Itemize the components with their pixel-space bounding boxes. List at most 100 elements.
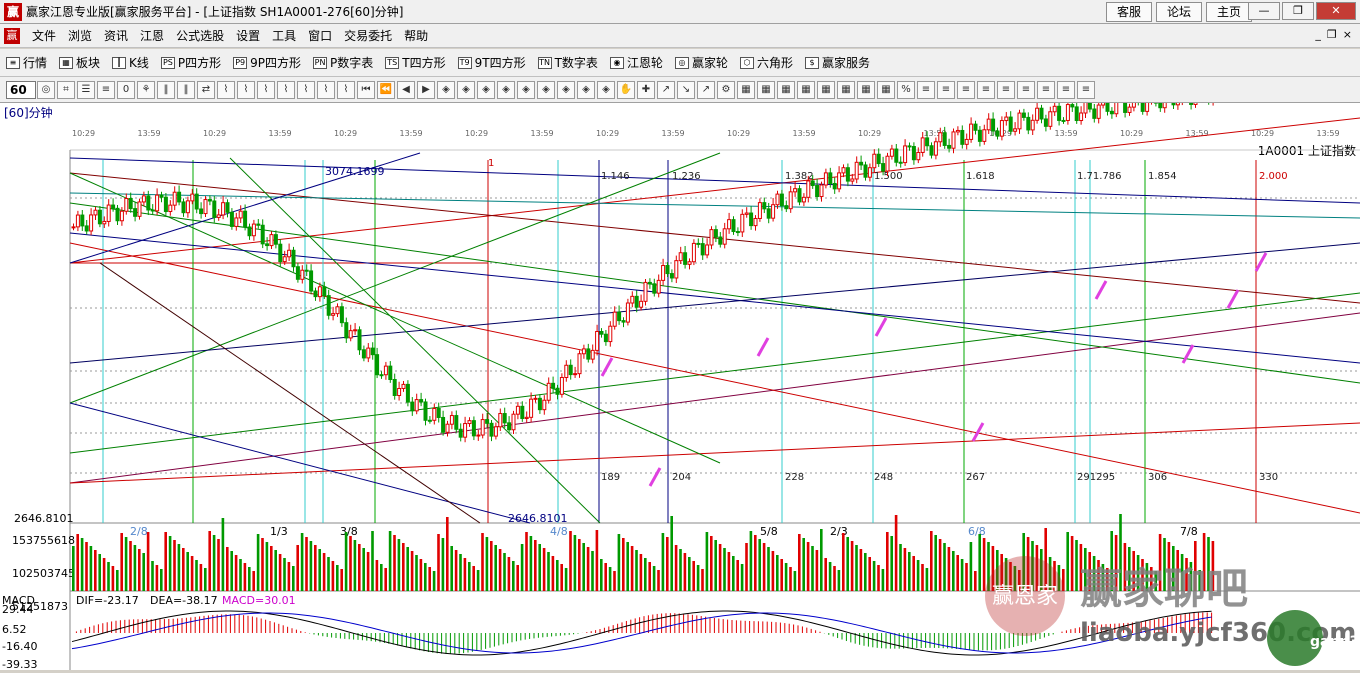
draw-tool-icon-52[interactable]: ≡: [1077, 81, 1095, 99]
draw-tool-icon-42[interactable]: ▦: [877, 81, 895, 99]
draw-tool-icon-44[interactable]: ≡: [917, 81, 935, 99]
draw-tool-icon-25[interactable]: ◈: [537, 81, 555, 99]
volume-bar: [802, 538, 805, 591]
volume-bar: [76, 534, 79, 591]
draw-tool-icon-14[interactable]: ⌇: [317, 81, 335, 99]
draw-tool-icon-5[interactable]: ⚘: [137, 81, 155, 99]
draw-tool-icon-23[interactable]: ◈: [497, 81, 515, 99]
draw-tool-icon-33[interactable]: ↗: [697, 81, 715, 99]
menu-item-6[interactable]: 工具: [266, 27, 302, 44]
draw-tool-icon-20[interactable]: ◈: [437, 81, 455, 99]
minimize-icon[interactable]: —: [1248, 2, 1280, 20]
draw-tool-icon-10[interactable]: ⌇: [237, 81, 255, 99]
draw-tool-icon-32[interactable]: ↘: [677, 81, 695, 99]
toolbar-item-0[interactable]: ≡行情: [0, 54, 53, 71]
draw-tool-icon-51[interactable]: ≡: [1057, 81, 1075, 99]
menu-item-7[interactable]: 窗口: [302, 27, 338, 44]
menu-item-9[interactable]: 帮助: [398, 27, 434, 44]
draw-tool-icon-27[interactable]: ◈: [577, 81, 595, 99]
draw-tool-icon-8[interactable]: ⇄: [197, 81, 215, 99]
menu-item-2[interactable]: 资讯: [98, 27, 134, 44]
draw-tool-icon-47[interactable]: ≡: [977, 81, 995, 99]
candle-body: [538, 398, 541, 409]
toolbar-item-5[interactable]: PNP数字表: [307, 54, 379, 71]
draw-tool-icon-31[interactable]: ↗: [657, 81, 675, 99]
draw-tool-icon-37[interactable]: ▦: [777, 81, 795, 99]
draw-tool-icon-15[interactable]: ⌇: [337, 81, 355, 99]
draw-tool-icon-45[interactable]: ≡: [937, 81, 955, 99]
draw-tool-icon-43[interactable]: %: [897, 81, 915, 99]
macd-dif: DIF=-23.17: [76, 594, 139, 607]
candle-body: [912, 147, 915, 160]
menu-item-4[interactable]: 公式选股: [170, 27, 230, 44]
candle-body: [600, 332, 603, 335]
toolbar-item-7[interactable]: T99T四方形: [452, 54, 532, 71]
menu-item-1[interactable]: 浏览: [62, 27, 98, 44]
toolbar-item-2[interactable]: ┃K线: [106, 54, 155, 71]
draw-tool-icon-1[interactable]: ⌗: [57, 81, 75, 99]
draw-tool-icon-11[interactable]: ⌇: [257, 81, 275, 99]
draw-tool-icon-29[interactable]: ✋: [617, 81, 635, 99]
draw-tool-icon-17[interactable]: ⏪: [377, 81, 395, 99]
candle-body: [1027, 117, 1030, 130]
candle-body: [917, 152, 920, 159]
draw-tool-icon-18[interactable]: ◀: [397, 81, 415, 99]
draw-tool-icon-49[interactable]: ≡: [1017, 81, 1035, 99]
toolbar-item-3[interactable]: PSP四方形: [155, 54, 227, 71]
close-icon[interactable]: ✕: [1316, 2, 1356, 20]
toolbar-item-12[interactable]: $赢家服务: [799, 54, 876, 71]
ratio-label: 1.382: [785, 171, 814, 182]
draw-tool-icon-21[interactable]: ◈: [457, 81, 475, 99]
mdi-restore-icon[interactable]: ❐: [1327, 28, 1337, 41]
menu-item-0[interactable]: 文件: [26, 27, 62, 44]
draw-tool-icon-6[interactable]: ‖: [157, 81, 175, 99]
customer-service-button[interactable]: 客服: [1106, 2, 1152, 22]
mdi-close-icon[interactable]: ×: [1343, 28, 1352, 41]
draw-tool-icon-3[interactable]: ≡: [97, 81, 115, 99]
draw-tool-icon-34[interactable]: ⚙: [717, 81, 735, 99]
toolbar-item-10[interactable]: ◎赢家轮: [669, 54, 734, 71]
draw-tool-icon-4[interactable]: 0: [117, 81, 135, 99]
draw-tool-icon-38[interactable]: ▦: [797, 81, 815, 99]
draw-tool-icon-0[interactable]: ◎: [37, 81, 55, 99]
draw-tool-icon-46[interactable]: ≡: [957, 81, 975, 99]
draw-tool-icon-2[interactable]: ☰: [77, 81, 95, 99]
draw-tool-icon-40[interactable]: ▦: [837, 81, 855, 99]
draw-tool-icon-39[interactable]: ▦: [817, 81, 835, 99]
candle-body: [481, 420, 484, 435]
restore-icon[interactable]: ❐: [1282, 2, 1314, 20]
volume-bar: [468, 562, 471, 591]
draw-tool-icon-16[interactable]: ⏮: [357, 81, 375, 99]
draw-tool-icon-22[interactable]: ◈: [477, 81, 495, 99]
candle-body: [873, 154, 876, 167]
draw-tool-icon-26[interactable]: ◈: [557, 81, 575, 99]
draw-tool-icon-35[interactable]: ▦: [737, 81, 755, 99]
mdi-minimize-icon[interactable]: _: [1315, 28, 1321, 41]
draw-tool-icon-50[interactable]: ≡: [1037, 81, 1055, 99]
period-select[interactable]: 60: [6, 81, 36, 99]
draw-tool-icon-12[interactable]: ⌇: [277, 81, 295, 99]
draw-tool-icon-9[interactable]: ⌇: [217, 81, 235, 99]
toolbar-item-4[interactable]: P99P四方形: [227, 54, 307, 71]
draw-tool-icon-48[interactable]: ≡: [997, 81, 1015, 99]
draw-tool-icon-13[interactable]: ⌇: [297, 81, 315, 99]
draw-tool-icon-36[interactable]: ▦: [757, 81, 775, 99]
draw-tool-icon-41[interactable]: ▦: [857, 81, 875, 99]
menu-item-5[interactable]: 设置: [230, 27, 266, 44]
toolbar-item-8[interactable]: TNT数字表: [532, 54, 604, 71]
toolbar-item-6[interactable]: TST四方形: [379, 54, 451, 71]
candle-body: [670, 274, 673, 278]
forum-button[interactable]: 论坛: [1156, 2, 1202, 22]
draw-tool-icon-7[interactable]: ‖: [177, 81, 195, 99]
menu-item-8[interactable]: 交易委托: [338, 27, 398, 44]
draw-tool-icon-28[interactable]: ◈: [597, 81, 615, 99]
candle-body: [675, 261, 678, 278]
draw-tool-icon-24[interactable]: ◈: [517, 81, 535, 99]
trend-arrow-icon-8: [650, 468, 660, 486]
menu-item-3[interactable]: 江恩: [134, 27, 170, 44]
toolbar-item-11[interactable]: ⬡六角形: [734, 54, 799, 71]
draw-tool-icon-30[interactable]: ✚: [637, 81, 655, 99]
toolbar-item-1[interactable]: ▦板块: [53, 54, 106, 71]
toolbar-item-9[interactable]: ◉江恩轮: [604, 54, 669, 71]
draw-tool-icon-19[interactable]: ▶: [417, 81, 435, 99]
